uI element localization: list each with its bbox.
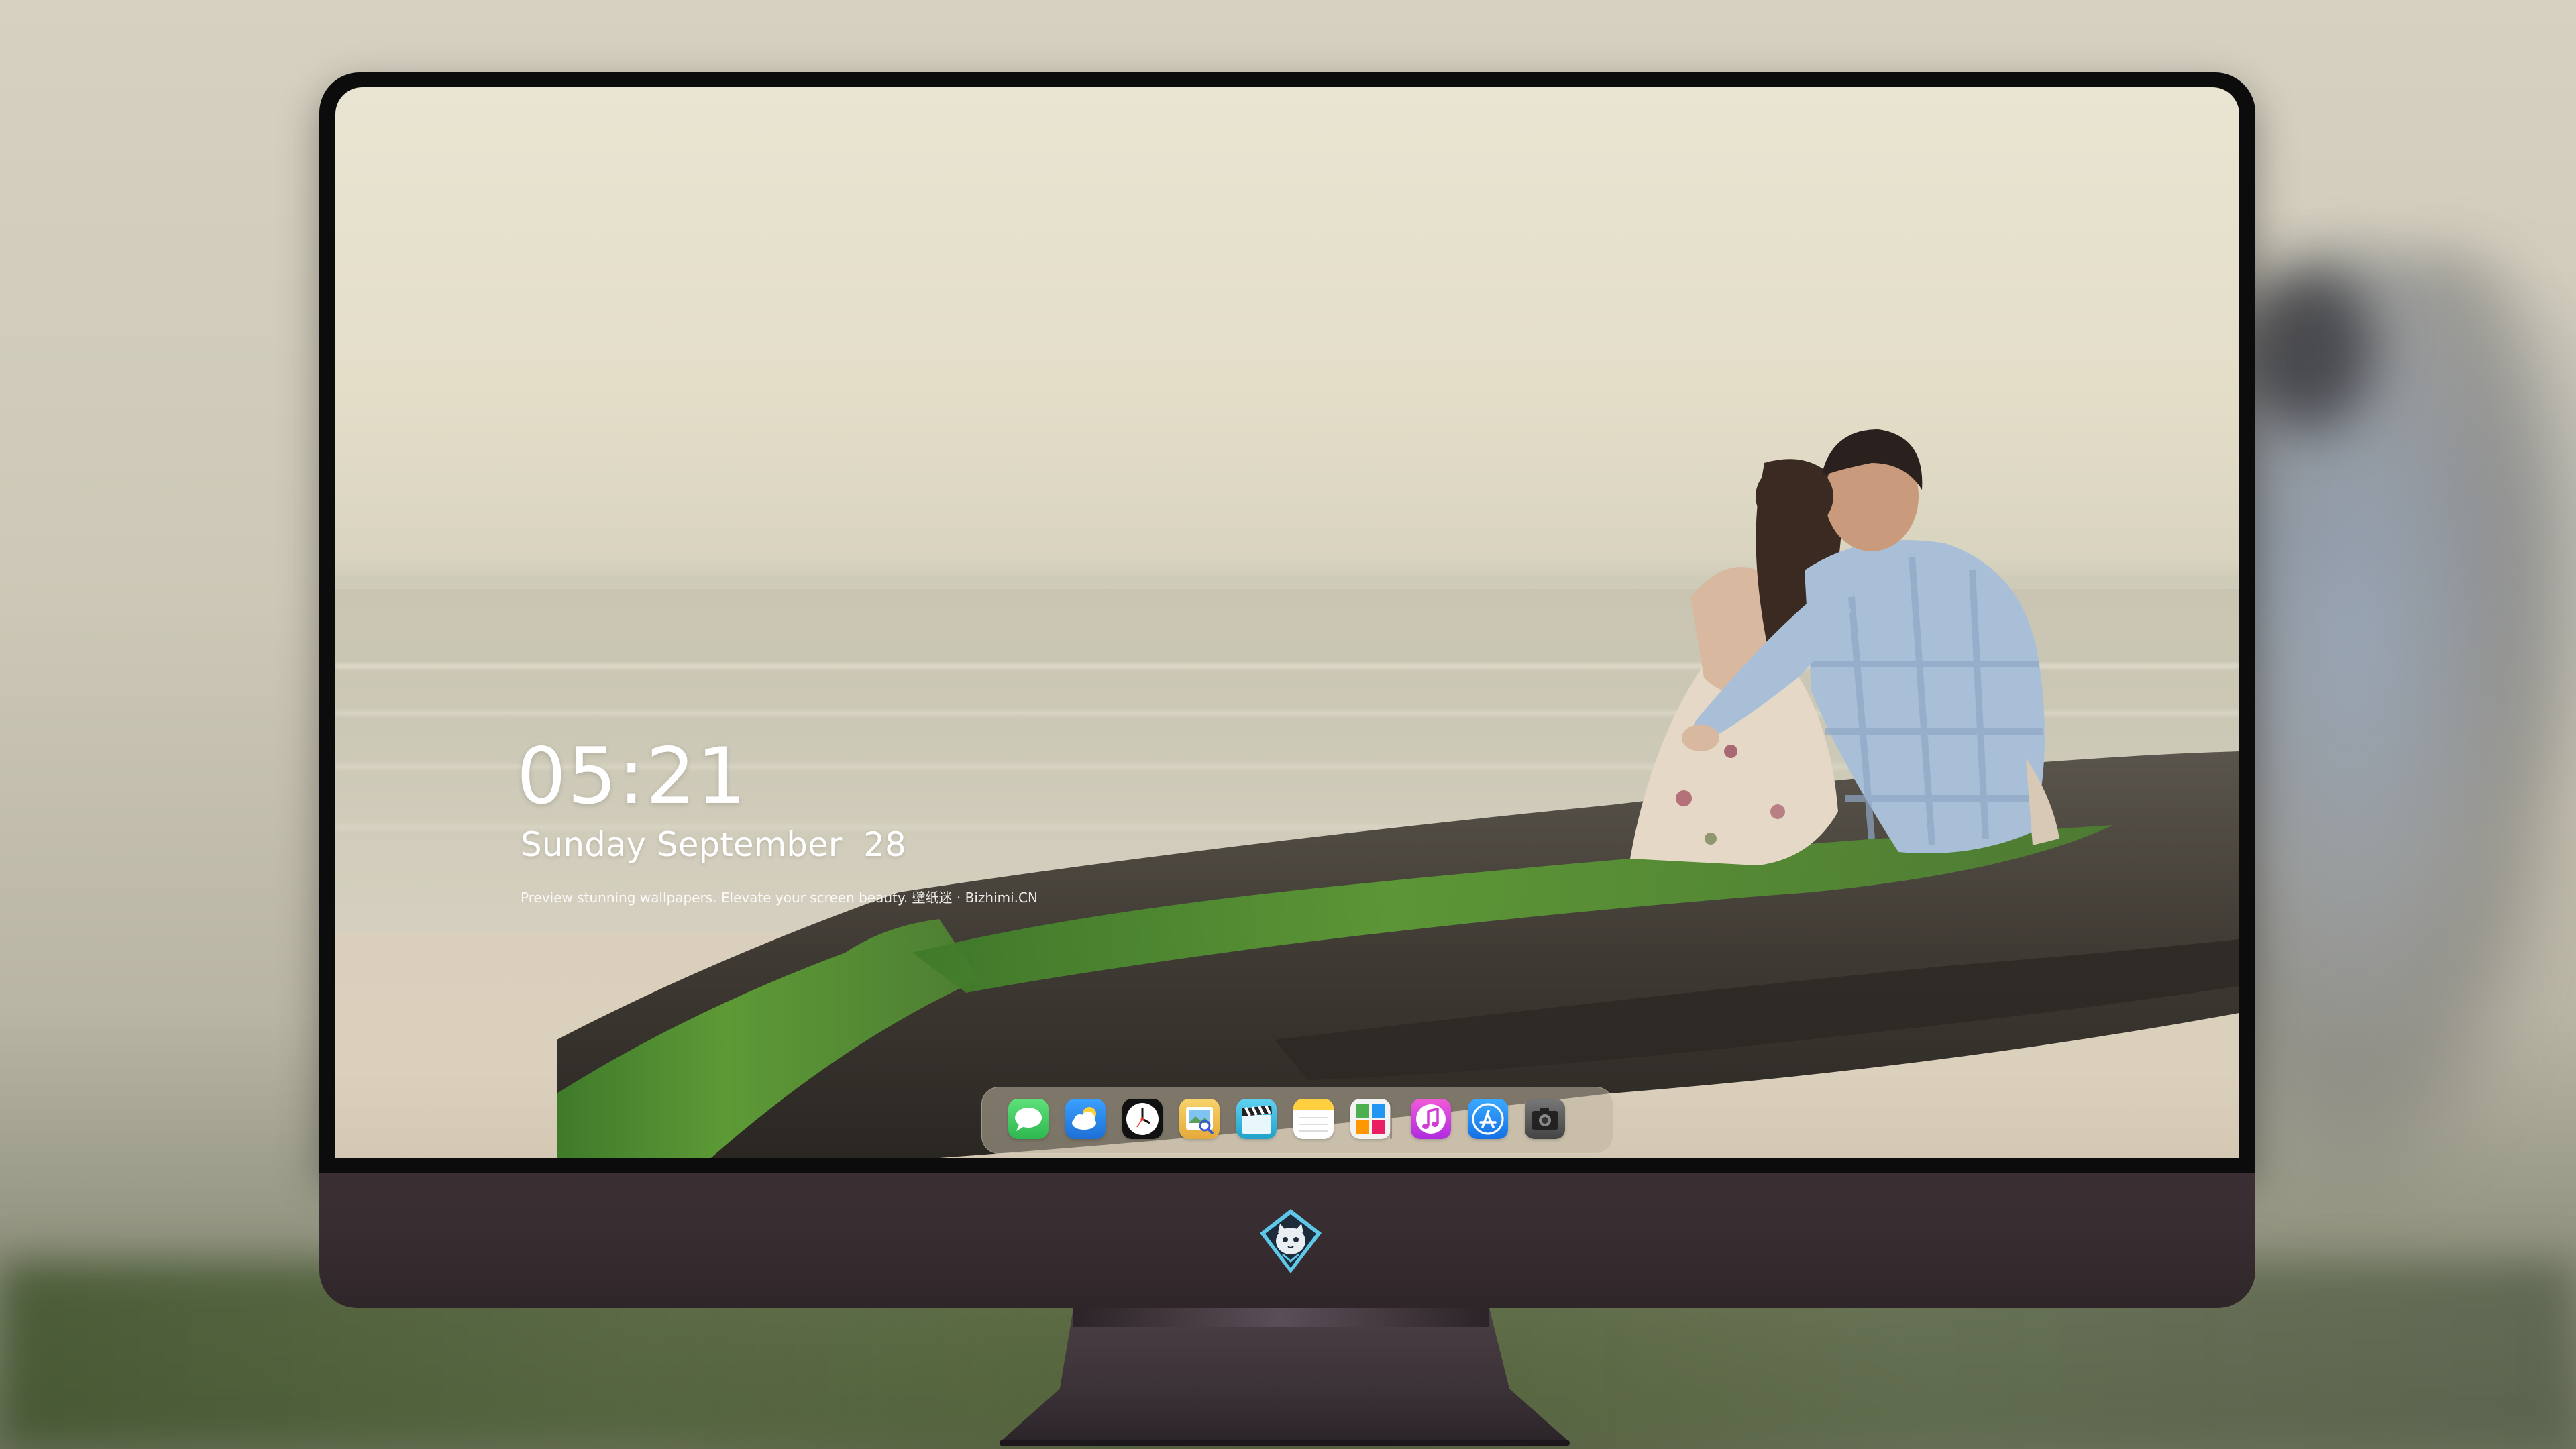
- monitor: 05:21 Sunday September 28 Preview stunni…: [319, 72, 2255, 1308]
- lock-screen-time: 05:21: [517, 731, 748, 822]
- clapperboard-icon[interactable]: [1236, 1099, 1277, 1139]
- app-store-icon[interactable]: [1468, 1099, 1508, 1139]
- cat-diamond-logo-icon: [1260, 1209, 1322, 1273]
- music-icon[interactable]: [1411, 1099, 1451, 1139]
- photo-grid-icon[interactable]: [1350, 1099, 1391, 1139]
- monitor-stand: [1000, 1308, 1570, 1446]
- wallpaper-couple: [1630, 429, 2059, 865]
- dock: [981, 1087, 1613, 1154]
- background-blur-head: [2241, 268, 2375, 429]
- desktop-scene: 05:21 Sunday September 28 Preview stunni…: [0, 0, 2576, 1449]
- dock-separator: [1390, 1102, 1392, 1139]
- camera-icon[interactable]: [1525, 1099, 1565, 1139]
- preview-icon[interactable]: [1179, 1099, 1220, 1139]
- messages-icon[interactable]: [1008, 1099, 1049, 1139]
- wallpaper-tagline: Preview stunning wallpapers. Elevate you…: [521, 890, 1038, 906]
- weather-icon[interactable]: [1065, 1099, 1106, 1139]
- lock-screen-date: Sunday September 28: [521, 825, 906, 864]
- screen: 05:21 Sunday September 28 Preview stunni…: [335, 87, 2239, 1158]
- clock-icon[interactable]: [1122, 1099, 1163, 1139]
- notes-icon[interactable]: [1293, 1099, 1334, 1139]
